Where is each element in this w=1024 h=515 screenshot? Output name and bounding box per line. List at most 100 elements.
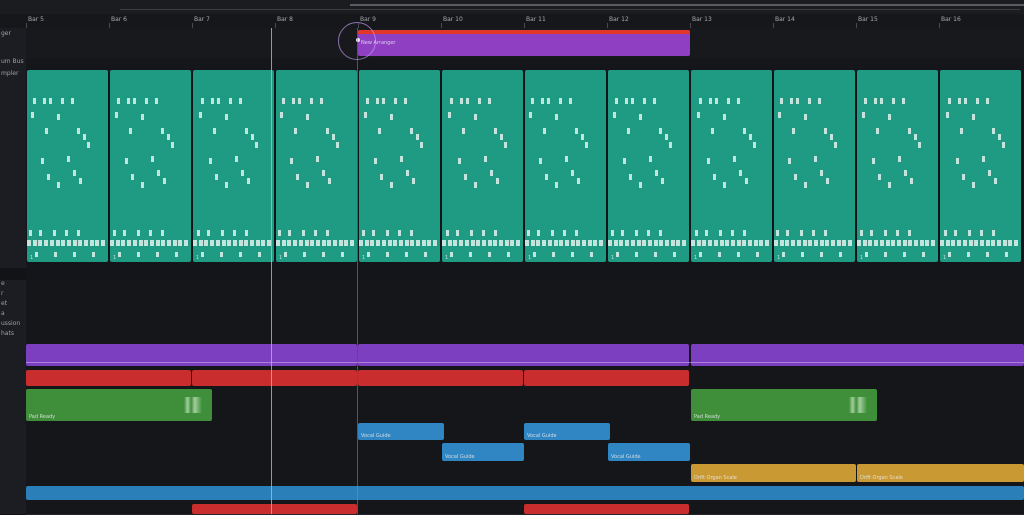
midi-note[interactable] bbox=[985, 240, 990, 246]
midi-note[interactable] bbox=[819, 240, 824, 246]
midi-note[interactable] bbox=[406, 170, 409, 176]
midi-note[interactable] bbox=[294, 128, 297, 134]
midi-note[interactable] bbox=[427, 240, 432, 246]
midi-note[interactable] bbox=[725, 240, 730, 246]
midi-note[interactable] bbox=[888, 114, 891, 120]
midi-note[interactable] bbox=[723, 114, 726, 120]
midi-note[interactable] bbox=[737, 252, 740, 257]
midi-note[interactable] bbox=[232, 240, 237, 246]
midi-note[interactable] bbox=[553, 240, 558, 246]
midi-note[interactable] bbox=[61, 240, 66, 246]
midi-note[interactable] bbox=[880, 98, 883, 104]
midi-note[interactable] bbox=[390, 182, 393, 188]
midi-note[interactable] bbox=[293, 240, 298, 246]
midi-note[interactable] bbox=[137, 252, 140, 257]
midi-note[interactable] bbox=[804, 114, 807, 120]
midi-note[interactable] bbox=[225, 114, 228, 120]
playhead-line[interactable] bbox=[271, 28, 272, 514]
midi-note[interactable] bbox=[565, 156, 568, 162]
midi-note[interactable] bbox=[504, 142, 507, 148]
midi-note[interactable] bbox=[547, 240, 552, 246]
midi-note[interactable] bbox=[89, 240, 94, 246]
midi-note[interactable] bbox=[569, 98, 572, 104]
midi-note[interactable] bbox=[306, 182, 309, 188]
midi-note[interactable] bbox=[988, 170, 991, 176]
midi-note[interactable] bbox=[446, 230, 449, 236]
midi-note[interactable] bbox=[510, 240, 515, 246]
midi-note[interactable] bbox=[796, 98, 799, 104]
midi-note[interactable] bbox=[551, 230, 554, 236]
midi-note[interactable] bbox=[575, 128, 578, 134]
midi-note[interactable] bbox=[67, 156, 70, 162]
midi-note[interactable] bbox=[284, 252, 287, 257]
midi-note[interactable] bbox=[576, 240, 581, 246]
midi-note[interactable] bbox=[659, 230, 662, 236]
lane-blue-2[interactable] bbox=[26, 442, 1024, 463]
midi-note[interactable] bbox=[625, 98, 628, 104]
midi-note[interactable] bbox=[542, 240, 547, 246]
midi-note[interactable] bbox=[44, 240, 49, 246]
midi-note[interactable] bbox=[287, 240, 292, 246]
midi-note[interactable] bbox=[251, 134, 254, 140]
midi-note[interactable] bbox=[144, 240, 149, 246]
sampler-region[interactable]: 1 bbox=[193, 70, 274, 262]
midi-note[interactable] bbox=[138, 240, 143, 246]
midi-note[interactable] bbox=[613, 112, 616, 118]
midi-note[interactable] bbox=[870, 230, 873, 236]
midi-note[interactable] bbox=[193, 240, 197, 246]
midi-note[interactable] bbox=[665, 134, 668, 140]
midi-note[interactable] bbox=[964, 98, 967, 104]
midi-note[interactable] bbox=[581, 134, 584, 140]
midi-note[interactable] bbox=[659, 128, 662, 134]
midi-note[interactable] bbox=[872, 158, 875, 164]
midi-note[interactable] bbox=[997, 240, 1001, 246]
midi-note[interactable] bbox=[35, 252, 38, 257]
sampler-region[interactable]: 1 bbox=[359, 70, 440, 262]
midi-note[interactable] bbox=[488, 98, 491, 104]
midi-note[interactable] bbox=[590, 252, 593, 257]
midi-note[interactable] bbox=[813, 240, 818, 246]
midi-note[interactable] bbox=[582, 240, 586, 246]
midi-note[interactable] bbox=[691, 240, 695, 246]
midi-note[interactable] bbox=[670, 240, 675, 246]
midi-note[interactable] bbox=[322, 170, 325, 176]
midi-note[interactable] bbox=[790, 98, 793, 104]
midi-note[interactable] bbox=[814, 156, 817, 162]
midi-note[interactable] bbox=[382, 98, 385, 104]
midi-note[interactable] bbox=[824, 128, 827, 134]
midi-note[interactable] bbox=[925, 240, 930, 246]
midi-note[interactable] bbox=[341, 252, 344, 257]
midi-note[interactable] bbox=[786, 230, 789, 236]
midi-note[interactable] bbox=[507, 252, 510, 257]
midi-note[interactable] bbox=[405, 252, 408, 257]
midi-note[interactable] bbox=[87, 142, 90, 148]
midi-note[interactable] bbox=[682, 240, 687, 246]
midi-note[interactable] bbox=[499, 240, 503, 246]
midi-note[interactable] bbox=[213, 128, 216, 134]
midi-note[interactable] bbox=[715, 98, 718, 104]
midi-note[interactable] bbox=[132, 240, 137, 246]
midi-note[interactable] bbox=[842, 240, 847, 246]
midi-note[interactable] bbox=[931, 240, 936, 246]
midi-note[interactable] bbox=[812, 230, 815, 236]
midi-note[interactable] bbox=[792, 128, 795, 134]
midi-note[interactable] bbox=[960, 128, 963, 134]
midi-note[interactable] bbox=[958, 98, 961, 104]
midi-note[interactable] bbox=[367, 252, 370, 257]
midi-note[interactable] bbox=[410, 240, 415, 246]
midi-note[interactable] bbox=[619, 240, 624, 246]
midi-note[interactable] bbox=[92, 252, 95, 257]
midi-note[interactable] bbox=[336, 142, 339, 148]
midi-note[interactable] bbox=[488, 252, 491, 257]
track-header-d[interactable]: a bbox=[0, 310, 27, 320]
midi-note[interactable] bbox=[862, 240, 867, 246]
midi-note[interactable] bbox=[530, 240, 535, 246]
midi-note[interactable] bbox=[258, 252, 261, 257]
midi-note[interactable] bbox=[84, 240, 88, 246]
midi-note[interactable] bbox=[974, 240, 979, 246]
midi-note[interactable] bbox=[410, 230, 413, 236]
midi-note[interactable] bbox=[559, 98, 562, 104]
bottom-red-region-1[interactable] bbox=[192, 504, 357, 514]
midi-note[interactable] bbox=[733, 156, 736, 162]
midi-note[interactable] bbox=[39, 230, 42, 236]
